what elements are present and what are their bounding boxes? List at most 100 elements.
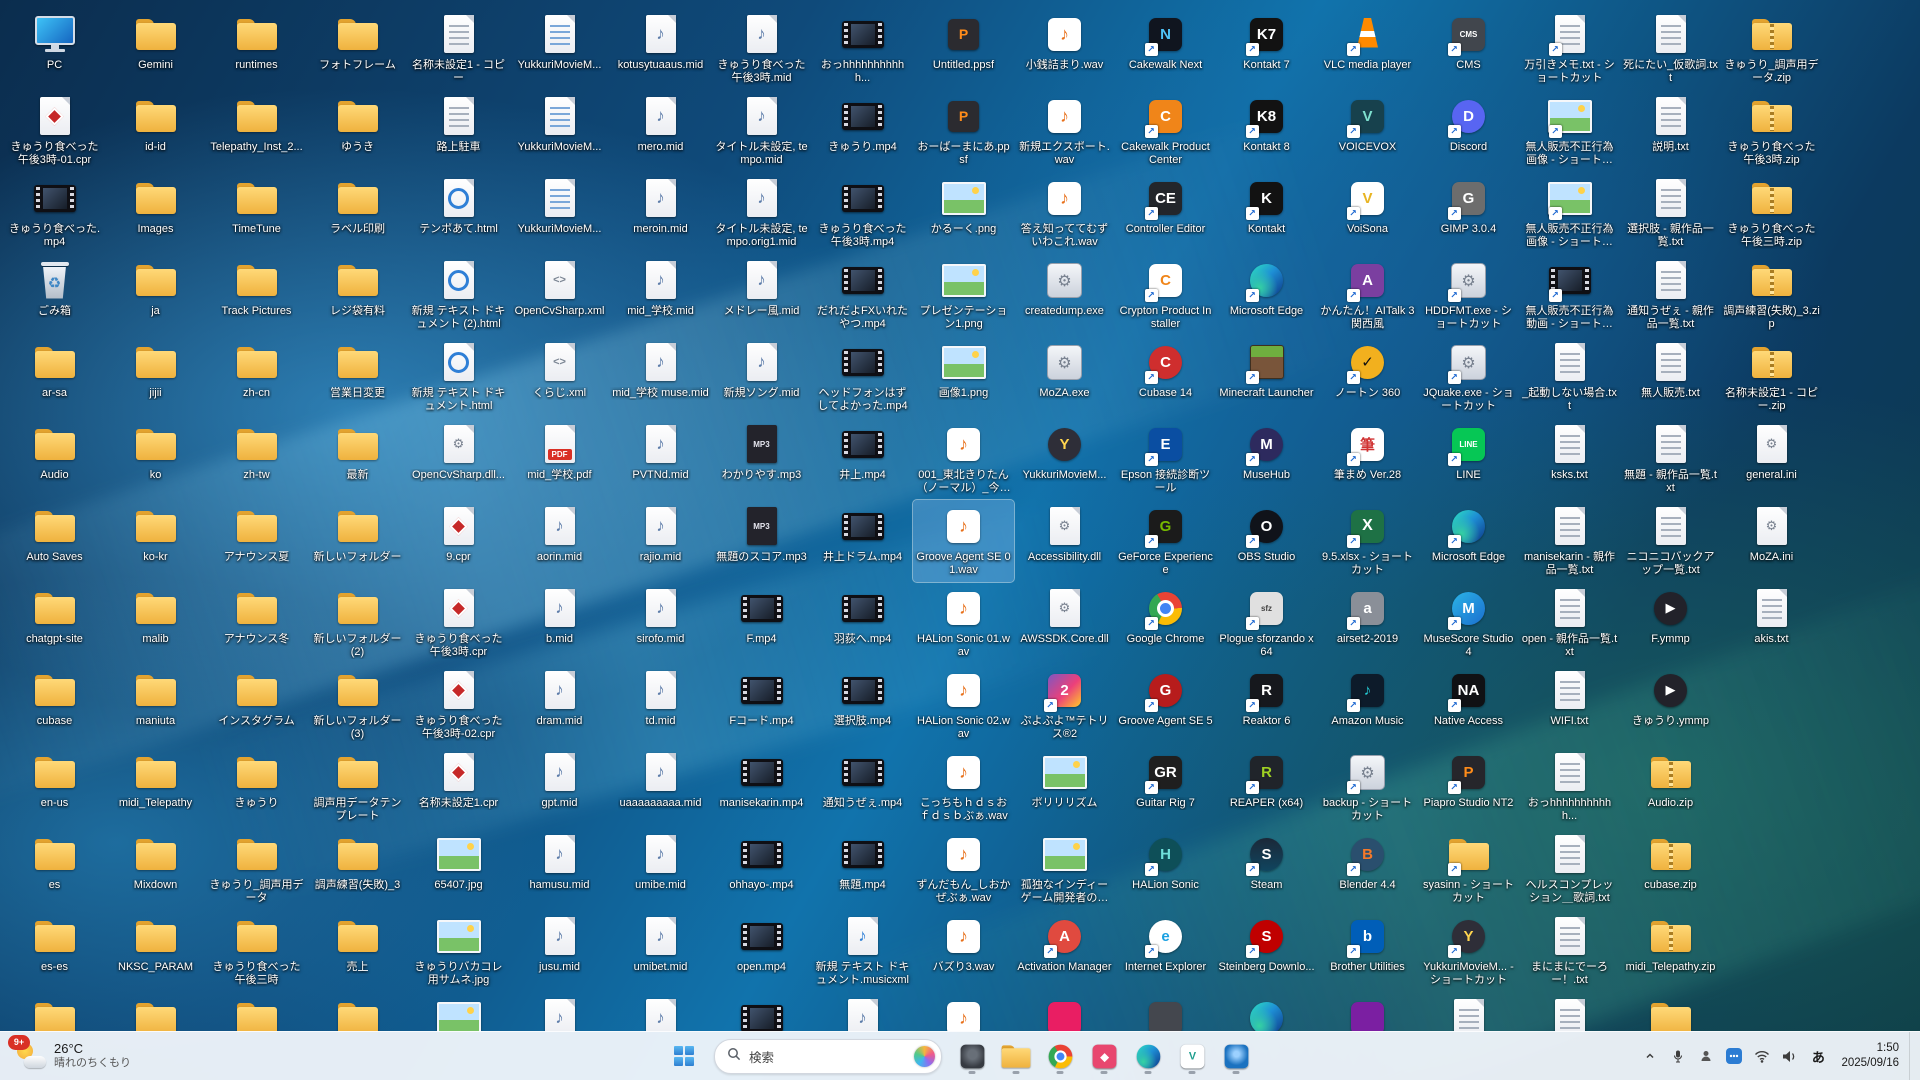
- desktop-icon[interactable]: id-id: [105, 90, 206, 172]
- desktop-icon[interactable]: 画像1.png: [913, 336, 1014, 418]
- desktop-icon[interactable]: ♪meroin.mid: [610, 172, 711, 254]
- desktop-icon[interactable]: ♪rajio.mid: [610, 500, 711, 582]
- search-box[interactable]: 検索: [714, 1039, 942, 1074]
- desktop-icon[interactable]: 新規 テキスト ドキュメント (2).html: [408, 254, 509, 336]
- desktop-icon[interactable]: ♪kotusytuaaus.mid: [610, 8, 711, 90]
- wifi-icon[interactable]: [1749, 1040, 1775, 1072]
- desktop-icon[interactable]: ⚙general.ini: [1721, 418, 1822, 500]
- desktop-icon[interactable]: NA↗Native Access: [1418, 664, 1519, 746]
- desktop-icon[interactable]: 2↗ぷよぷよ™テトリス®2: [1014, 664, 1115, 746]
- desktop-icon[interactable]: きゅうり食べった午後3時-01.cpr: [4, 90, 105, 172]
- desktop-icon[interactable]: ♪: [610, 992, 711, 1032]
- desktop-icon[interactable]: PUntitled.ppsf: [913, 8, 1014, 90]
- chrome-taskbar-button[interactable]: [1040, 1036, 1080, 1076]
- desktop-icon[interactable]: Gemini: [105, 8, 206, 90]
- desktop-icon[interactable]: ↗万引きメモ.txt - ショートカット: [1519, 8, 1620, 90]
- desktop-icon[interactable]: ポリリリズム: [1014, 746, 1115, 828]
- desktop-icon[interactable]: ♪PVTNd.mid: [610, 418, 711, 500]
- desktop-icon[interactable]: ♪b.mid: [509, 582, 610, 664]
- desktop-icon[interactable]: 通知うぜぇ - 親作品一覧.txt: [1620, 254, 1721, 336]
- desktop-icon[interactable]: M↗MuseHub: [1216, 418, 1317, 500]
- desktop-icon[interactable]: a↗airset2-2019: [1317, 582, 1418, 664]
- desktop-icon[interactable]: G↗GIMP 3.0.4: [1418, 172, 1519, 254]
- desktop-icon[interactable]: zh-tw: [206, 418, 307, 500]
- desktop-icon[interactable]: 説明.txt: [1620, 90, 1721, 172]
- voicevox-taskbar-button[interactable]: V: [1172, 1036, 1212, 1076]
- desktop-icon[interactable]: きゅうり食べった午後三時.zip: [1721, 172, 1822, 254]
- desktop-icon[interactable]: 名称未設定1 - コピー.zip: [1721, 336, 1822, 418]
- desktop-icon[interactable]: ヘルスコンプレッション＿歌詞.txt: [1519, 828, 1620, 910]
- desktop-icon[interactable]: 65407.jpg: [408, 828, 509, 910]
- desktop-icon[interactable]: K8↗Kontakt 8: [1216, 90, 1317, 172]
- desktop-icon[interactable]: きゅうり: [206, 746, 307, 828]
- desktop-icon[interactable]: 調声用データテンプレート: [307, 746, 408, 828]
- desktop-icon[interactable]: [4, 992, 105, 1032]
- desktop-icon[interactable]: [1418, 992, 1519, 1032]
- chat-icon[interactable]: [1721, 1040, 1747, 1072]
- desktop-icon[interactable]: Pおーばーまにあ.ppsf: [913, 90, 1014, 172]
- desktop-icon[interactable]: akis.txt: [1721, 582, 1822, 664]
- desktop-icon[interactable]: R↗REAPER (x64): [1216, 746, 1317, 828]
- desktop-icon[interactable]: YukkuriMovieM...: [509, 8, 610, 90]
- desktop-icon[interactable]: ♪メドレー風.mid: [711, 254, 812, 336]
- desktop-icon[interactable]: Auto Saves: [4, 500, 105, 582]
- show-desktop-button[interactable]: [1909, 1032, 1914, 1080]
- person-icon[interactable]: [1693, 1040, 1719, 1072]
- edge-taskbar-button[interactable]: [1128, 1036, 1168, 1076]
- desktop-icon[interactable]: ↗Minecraft Launcher: [1216, 336, 1317, 418]
- desktop-icon[interactable]: 売上: [307, 910, 408, 992]
- desktop-icon[interactable]: ↗無人販売不正行為動画 - ショートカット: [1519, 254, 1620, 336]
- desktop-icon[interactable]: ♪jusu.mid: [509, 910, 610, 992]
- desktop-icon[interactable]: PDFmid_学校.pdf: [509, 418, 610, 500]
- desktop-icon[interactable]: e↗Internet Explorer: [1115, 910, 1216, 992]
- desktop-icon[interactable]: ↗syasinn - ショートカット: [1418, 828, 1519, 910]
- desktop-icon[interactable]: manisekarin - 親作品一覧.txt: [1519, 500, 1620, 582]
- desktop-icon[interactable]: ♪こっちもｈｄｓおｆｄｓｂぶぁ.wav: [913, 746, 1014, 828]
- desktop-icon[interactable]: きゅうり食べった午後三時: [206, 910, 307, 992]
- desktop-icon[interactable]: es: [4, 828, 105, 910]
- desktop-icon[interactable]: [105, 992, 206, 1032]
- desktop-icon[interactable]: ♪↗Amazon Music: [1317, 664, 1418, 746]
- desktop-icon[interactable]: X↗9.5.xlsx - ショートカット: [1317, 500, 1418, 582]
- desktop-icon[interactable]: MP3わかりやす.mp3: [711, 418, 812, 500]
- desktop-icon[interactable]: ♻ごみ箱: [4, 254, 105, 336]
- desktop-icon[interactable]: [1014, 992, 1115, 1032]
- desktop-icon[interactable]: ⚙↗HDDFMT.exe - ショートカット: [1418, 254, 1519, 336]
- desktop-icon[interactable]: open.mp4: [711, 910, 812, 992]
- desktop-icon[interactable]: ラベル印刷: [307, 172, 408, 254]
- desktop-icon[interactable]: 無人販売.txt: [1620, 336, 1721, 418]
- desktop-icon[interactable]: ⚙Accessibility.dll: [1014, 500, 1115, 582]
- desktop-icon[interactable]: 無題 - 親作品一覧.txt: [1620, 418, 1721, 500]
- desktop-icon[interactable]: 調声練習(失敗)_3: [307, 828, 408, 910]
- desktop-icon[interactable]: 孤独なインディーゲーム開発者の一生...: [1014, 828, 1115, 910]
- desktop-icon[interactable]: ↗VLC media player: [1317, 8, 1418, 90]
- desktop-icon[interactable]: 井上.mp4: [812, 418, 913, 500]
- desktop-icon[interactable]: 死にたい_仮歌詞.txt: [1620, 8, 1721, 90]
- desktop-icon[interactable]: 通知うぜぇ.mp4: [812, 746, 913, 828]
- desktop-icon[interactable]: きゅうり食べった.mp4: [4, 172, 105, 254]
- desktop-icon[interactable]: sfz↗Plogue sforzando x64: [1216, 582, 1317, 664]
- desktop-icon[interactable]: きゅうり食べった午後3時-02.cpr: [408, 664, 509, 746]
- desktop-icon[interactable]: S↗Steinberg Downlo...: [1216, 910, 1317, 992]
- desktop-icon[interactable]: [711, 992, 812, 1032]
- desktop-icon[interactable]: ♪新規エクスポート.wav: [1014, 90, 1115, 172]
- desktop-icon[interactable]: ♪バズり3.wav: [913, 910, 1014, 992]
- desktop-icon[interactable]: かるーく.png: [913, 172, 1014, 254]
- dark-app-taskbar-button[interactable]: [952, 1036, 992, 1076]
- desktop-icon[interactable]: YukkuriMovieM...: [509, 90, 610, 172]
- desktop-icon[interactable]: ▶F.ymmp: [1620, 582, 1721, 664]
- desktop-icon[interactable]: ↗Microsoft Edge: [1418, 500, 1519, 582]
- desktop-icon[interactable]: 最新: [307, 418, 408, 500]
- desktop-icon[interactable]: ↗無人販売不正行為画像 - ショートカッ...: [1519, 90, 1620, 172]
- desktop-icon[interactable]: TimeTune: [206, 172, 307, 254]
- desktop-icon[interactable]: 調声練習(失敗)_3.zip: [1721, 254, 1822, 336]
- desktop-icon[interactable]: N↗Cakewalk Next: [1115, 8, 1216, 90]
- desktop-icon[interactable]: だれだよFXいれたやつ.mp4: [812, 254, 913, 336]
- desktop-icon[interactable]: アナウンス夏: [206, 500, 307, 582]
- weather-widget[interactable]: 9+ 26°C 晴れのちくもり: [4, 1032, 143, 1080]
- ime-indicator[interactable]: あ: [1805, 1040, 1831, 1072]
- desktop-icon[interactable]: en-us: [4, 746, 105, 828]
- desktop-icon[interactable]: 無題.mp4: [812, 828, 913, 910]
- desktop-icon[interactable]: ♪小銭詰まり.wav: [1014, 8, 1115, 90]
- desktop-icon[interactable]: _起動しない場合.txt: [1519, 336, 1620, 418]
